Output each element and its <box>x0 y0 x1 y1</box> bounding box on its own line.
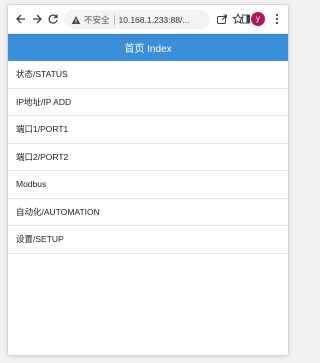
menu-item-label: IP地址/IP ADD <box>16 96 72 107</box>
share-icon[interactable] <box>214 11 230 27</box>
more-menu-icon[interactable] <box>269 11 285 27</box>
menu-item-port1[interactable]: 端口1/PORT1 <box>8 116 288 144</box>
menu-item-ip-address[interactable]: IP地址/IP ADD <box>8 88 288 116</box>
profile-avatar[interactable]: y <box>251 12 265 26</box>
menu-item-automation[interactable]: 自动化/AUTOMATION <box>8 198 288 226</box>
browser-toolbar: 不安全 10.168.1.233:88/... y <box>8 5 288 34</box>
main-menu: 状态/STATUS IP地址/IP ADD 端口1/PORT1 端口2/PORT… <box>8 61 288 254</box>
menu-item-label: 自动化/AUTOMATION <box>16 206 100 217</box>
menu-item-label: 端口2/PORT2 <box>16 151 69 162</box>
address-bar[interactable]: 不安全 10.168.1.233:88/... <box>64 10 210 29</box>
menu-item-label: 端口1/PORT1 <box>16 124 69 135</box>
reload-icon[interactable] <box>45 11 61 27</box>
browser-window: 不安全 10.168.1.233:88/... y 首页 Index 状态/ST… <box>7 4 289 356</box>
menu-item-port2[interactable]: 端口2/PORT2 <box>8 143 288 171</box>
menu-item-label: 状态/STATUS <box>16 69 68 80</box>
forward-arrow-icon[interactable] <box>29 11 45 27</box>
omnibox-divider <box>113 14 115 25</box>
back-arrow-icon[interactable] <box>13 11 29 27</box>
side-panel-icon[interactable] <box>242 11 250 27</box>
security-label: 不安全 <box>84 14 110 25</box>
page-title-bar: 首页 Index <box>8 34 288 61</box>
page-title: 首页 Index <box>124 44 172 55</box>
menu-item-status[interactable]: 状态/STATUS <box>8 61 288 89</box>
menu-item-label: Modbus <box>16 179 47 190</box>
warning-triangle-icon <box>70 14 81 25</box>
url-text: 10.168.1.233:88/... <box>118 14 190 25</box>
menu-item-modbus[interactable]: Modbus <box>8 171 288 199</box>
menu-item-label: 设置/SETUP <box>16 234 64 245</box>
menu-item-setup[interactable]: 设置/SETUP <box>8 226 288 254</box>
